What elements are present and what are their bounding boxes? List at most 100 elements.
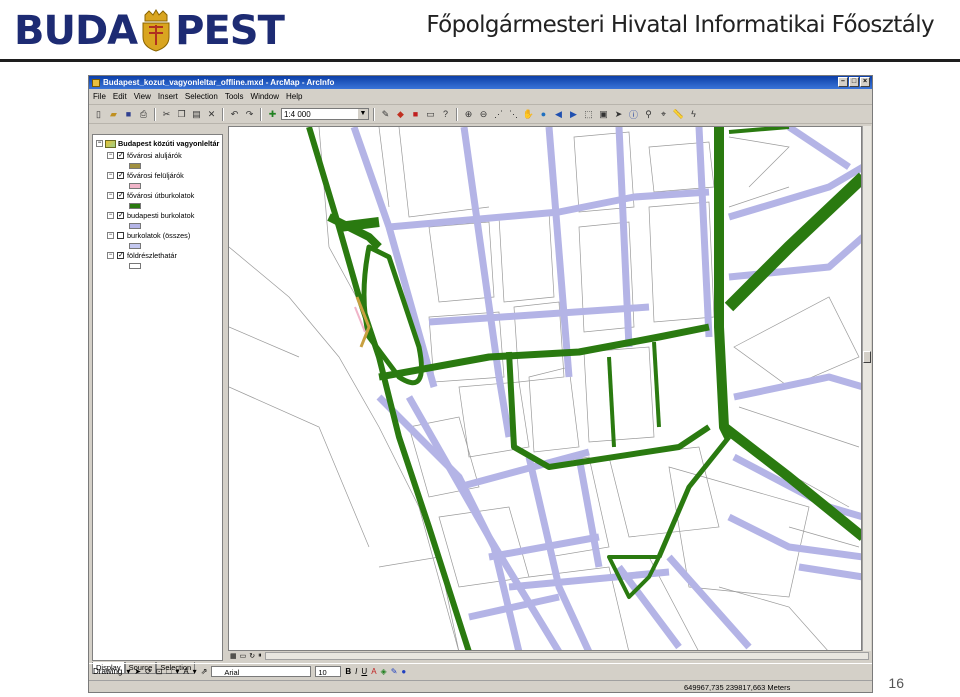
chevron-down-icon[interactable]: ▾ <box>126 667 130 676</box>
drawing-menu[interactable]: Drawing <box>93 667 122 676</box>
fixed-zoom-in-icon[interactable]: ⋰ <box>492 108 505 121</box>
menu-tools[interactable]: Tools <box>225 92 244 101</box>
rectangle-icon[interactable]: □ <box>166 667 171 676</box>
editor-icon[interactable]: ✎ <box>379 108 392 121</box>
drawing-toolbar: Drawing ▾ ➤ ⟳ ⊡ □ ▾ A ▾ ⇗ Arial 10 B I U… <box>89 663 872 679</box>
toc-layer[interactable]: − ✓ fővárosi felüljárók <box>107 171 184 189</box>
layer-checkbox[interactable]: ✓ <box>117 152 124 159</box>
chevron-down-icon[interactable]: ▼ <box>358 109 368 119</box>
map-scale-value: 1:4 000 <box>284 110 311 119</box>
map-view[interactable] <box>228 126 862 651</box>
layout-icon[interactable]: ■ <box>409 108 422 121</box>
redo-icon[interactable]: ↷ <box>243 108 256 121</box>
copy-icon[interactable]: ❐ <box>175 108 188 121</box>
underline-button[interactable]: U <box>361 667 367 676</box>
toc-layer[interactable]: − ✓ fővárosi aluljárók <box>107 151 182 169</box>
menu-selection[interactable]: Selection <box>185 92 218 101</box>
layout-view-icon[interactable]: ▭ <box>240 652 247 660</box>
undo-icon[interactable]: ↶ <box>228 108 241 121</box>
font-size-select[interactable]: 10 <box>315 666 342 677</box>
identify-icon[interactable]: ⓘ <box>627 108 640 121</box>
add-data-icon[interactable]: ✚ <box>266 108 279 121</box>
rotate-icon[interactable]: ⟳ <box>145 667 152 676</box>
map-vertical-scrollbar[interactable] <box>862 126 871 651</box>
menu-window[interactable]: Window <box>251 92 279 101</box>
budapest-crest-icon <box>142 9 170 52</box>
line-color-icon[interactable]: ✎ <box>391 667 398 676</box>
scrollbar-thumb[interactable] <box>863 351 871 363</box>
menu-view[interactable]: View <box>134 92 151 101</box>
layer-checkbox[interactable]: ✓ <box>117 212 124 219</box>
menu-insert[interactable]: Insert <box>158 92 178 101</box>
delete-icon[interactable]: ✕ <box>205 108 218 121</box>
help-icon[interactable]: ? <box>439 108 452 121</box>
collapse-icon[interactable]: − <box>107 172 114 179</box>
zoom-out-icon[interactable]: ⊖ <box>477 108 490 121</box>
toc-layer[interactable]: − ✓ fővárosi útburkolatok <box>107 191 194 209</box>
find-icon[interactable]: ⚲ <box>642 108 655 121</box>
toc-layer[interactable]: − burkolatok (összes) <box>107 231 190 249</box>
arctoolbox-icon[interactable]: ◆ <box>394 108 407 121</box>
collapse-icon[interactable]: − <box>96 140 103 147</box>
edit-vertices-icon[interactable]: ⇗ <box>201 667 208 676</box>
layer-checkbox[interactable]: ✓ <box>117 252 124 259</box>
full-extent-icon[interactable]: ● <box>537 108 550 121</box>
layer-checkbox[interactable] <box>117 232 124 239</box>
fill-color-icon[interactable]: ◈ <box>381 667 387 676</box>
menu-edit[interactable]: Edit <box>113 92 127 101</box>
menu-help[interactable]: Help <box>286 92 302 101</box>
pause-icon[interactable]: ⏸ <box>258 652 262 660</box>
text-icon[interactable]: A <box>183 667 188 676</box>
window-titlebar[interactable]: Budapest_kozut_vagyonleltar_offline.mxd … <box>89 76 872 89</box>
select-icon[interactable]: ⬚ <box>582 108 595 121</box>
layer-icon[interactable]: ▭ <box>424 108 437 121</box>
layer-checkbox[interactable]: ✓ <box>117 192 124 199</box>
open-icon[interactable]: ▰ <box>107 108 120 121</box>
chevron-down-icon[interactable]: ▾ <box>193 667 197 676</box>
toc-layer[interactable]: − ✓ budapesti burkolatok <box>107 211 194 229</box>
close-button[interactable]: × <box>860 77 870 87</box>
goto-xy-icon[interactable]: ⌖ <box>657 108 670 121</box>
toc-layer[interactable]: − ✓ földrészlethatár <box>107 251 177 269</box>
bold-button[interactable]: B <box>345 667 351 676</box>
maximize-button[interactable]: □ <box>849 77 859 87</box>
clear-selection-icon[interactable]: ▣ <box>597 108 610 121</box>
layer-swatch <box>129 263 141 269</box>
menu-file[interactable]: File <box>93 92 106 101</box>
chevron-down-icon[interactable]: ▾ <box>175 667 179 676</box>
paste-icon[interactable]: ▤ <box>190 108 203 121</box>
collapse-icon[interactable]: − <box>107 252 114 259</box>
font-color-icon[interactable]: A <box>371 667 376 676</box>
toc-root[interactable]: − Budapest közúti vagyonleltár <box>96 139 219 148</box>
zoom-in-icon[interactable]: ⊕ <box>462 108 475 121</box>
font-select[interactable]: Arial <box>211 666 312 677</box>
forward-icon[interactable]: ▶ <box>567 108 580 121</box>
measure-icon[interactable]: 📏 <box>672 108 685 121</box>
print-icon[interactable]: ⎙ <box>137 108 150 121</box>
cut-icon[interactable]: ✂ <box>160 108 173 121</box>
toolbar-separator <box>373 107 375 121</box>
new-icon[interactable]: ▯ <box>92 108 105 121</box>
save-icon[interactable]: ■ <box>122 108 135 121</box>
hyperlink-icon[interactable]: ϟ <box>687 108 700 121</box>
fixed-zoom-out-icon[interactable]: ⋱ <box>507 108 520 121</box>
select-elements-icon[interactable]: ➤ <box>134 667 141 676</box>
collapse-icon[interactable]: − <box>107 192 114 199</box>
minimize-button[interactable]: – <box>838 77 848 87</box>
layer-checkbox[interactable]: ✓ <box>117 172 124 179</box>
collapse-icon[interactable]: − <box>107 232 114 239</box>
collapse-icon[interactable]: − <box>107 212 114 219</box>
map-horizontal-scrollbar[interactable] <box>264 652 869 660</box>
marker-color-icon[interactable]: ● <box>401 667 406 676</box>
italic-button[interactable]: I <box>355 667 357 676</box>
collapse-icon[interactable]: − <box>107 152 114 159</box>
select-elements-icon[interactable]: ➤ <box>612 108 625 121</box>
layer-label: fővárosi felüljárók <box>127 171 184 180</box>
pan-icon[interactable]: ✋ <box>522 108 535 121</box>
map-scale-input[interactable]: 1:4 000 ▼ <box>281 108 369 120</box>
data-view-icon[interactable]: ▦ <box>230 652 237 660</box>
zoom-whole-page-icon[interactable]: ⊡ <box>156 667 163 676</box>
table-of-contents: − Budapest közúti vagyonleltár − ✓ fővár… <box>92 134 223 661</box>
refresh-icon[interactable]: ↻ <box>249 652 255 660</box>
back-icon[interactable]: ◀ <box>552 108 565 121</box>
